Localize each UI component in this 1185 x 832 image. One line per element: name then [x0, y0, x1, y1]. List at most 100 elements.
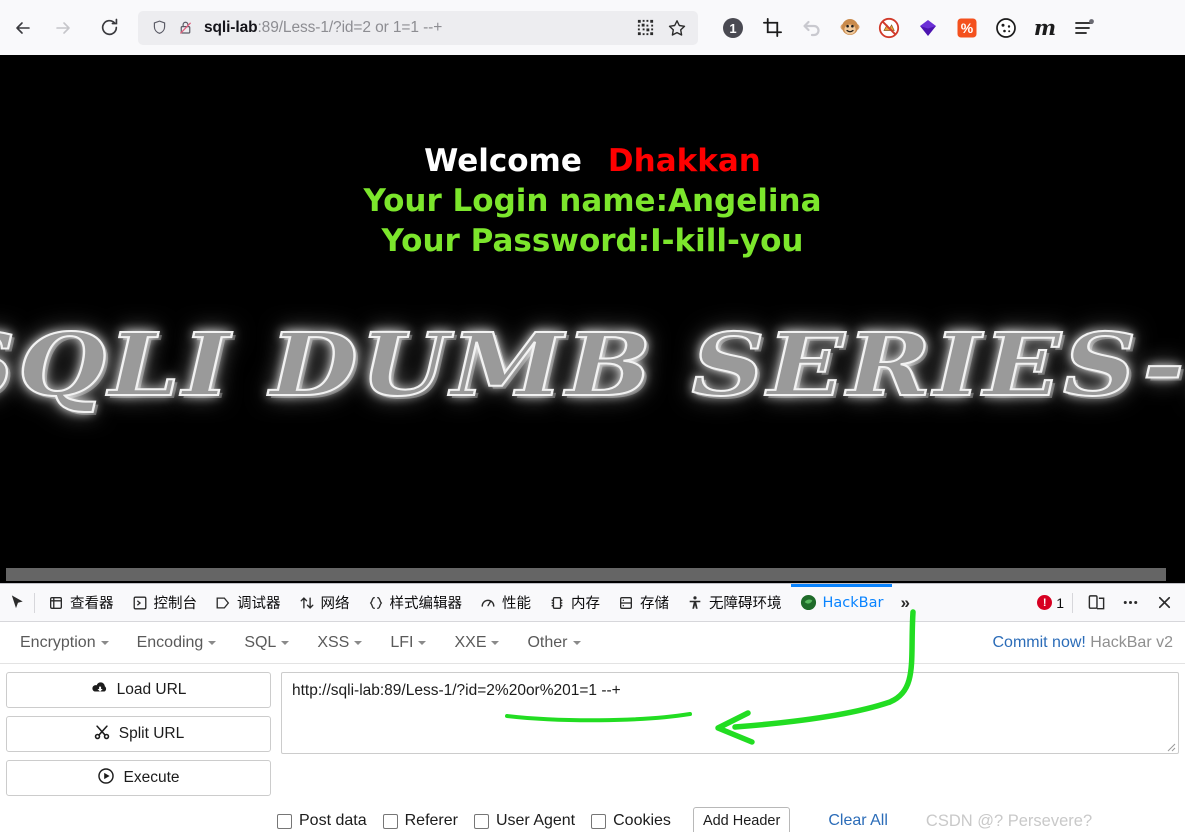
shield-icon[interactable]: [146, 15, 172, 41]
hackbar-action-buttons: Load URL Split URL Execute: [6, 672, 271, 796]
toolbar-divider: [1072, 592, 1073, 613]
menu-sql[interactable]: SQL: [230, 634, 303, 652]
forward-button[interactable]: [44, 9, 82, 47]
tab-storage[interactable]: 存储: [609, 584, 678, 622]
load-url-button[interactable]: Load URL: [6, 672, 271, 708]
maxthon-extension[interactable]: m: [1032, 15, 1058, 41]
devtools-toolbar-actions: ! 1: [1037, 588, 1185, 618]
tab-performance[interactable]: 性能: [471, 584, 540, 622]
tab-debugger[interactable]: 调试器: [206, 584, 290, 622]
execute-button[interactable]: Execute: [6, 760, 271, 796]
browser-toolbar: sqli-lab:89/Less-1/?id=2 or 1=1 --+ 1 % …: [0, 0, 1185, 55]
screenshot-crop-extension[interactable]: [759, 15, 785, 41]
lock-insecure-icon[interactable]: [172, 15, 198, 41]
clear-all-link[interactable]: Clear All: [828, 812, 888, 830]
commit-now-link[interactable]: Commit now!: [992, 634, 1085, 651]
checkbox-label: Post data: [299, 812, 367, 829]
menu-label: Encryption: [20, 633, 96, 651]
close-icon[interactable]: [1149, 588, 1179, 618]
split-url-button[interactable]: Split URL: [6, 716, 271, 752]
badge-one-extension[interactable]: 1: [720, 15, 746, 41]
menu-xxe[interactable]: XXE: [440, 634, 513, 652]
hackbar-version: HackBar v2: [1090, 633, 1173, 651]
reload-button[interactable]: [90, 9, 128, 47]
chevron-down-icon: [354, 640, 363, 649]
tab-label: 样式编辑器: [389, 596, 463, 612]
tab-label: 无障碍环境: [709, 596, 782, 612]
menu-encoding[interactable]: Encoding: [123, 634, 231, 652]
password-line: Your Password:I-kill-you: [381, 223, 804, 259]
inspector-icon: [48, 595, 64, 611]
monkey-extension[interactable]: [837, 15, 863, 41]
menu-label: XXE: [454, 633, 487, 651]
cookie-editor-extension[interactable]: [993, 15, 1019, 41]
chevron-down-icon: [572, 640, 581, 649]
scrollbar-thumb[interactable]: [6, 568, 1166, 581]
checkbox-box[interactable]: [473, 813, 489, 829]
back-button[interactable]: [4, 9, 42, 47]
tab-style-editor[interactable]: 样式编辑器: [359, 584, 472, 622]
tab-label: 存储: [640, 596, 669, 612]
element-picker-icon[interactable]: [0, 594, 30, 611]
tab-label: 调试器: [237, 596, 281, 612]
checkbox-user-agent[interactable]: User Agent: [473, 812, 575, 830]
checkbox-box[interactable]: [382, 813, 398, 829]
qr-code-icon[interactable]: [632, 15, 658, 41]
menu-label: SQL: [244, 633, 277, 651]
navigation-buttons: [0, 9, 128, 47]
hackbar-options-row: Post data Referer User Agent Cookies Add…: [0, 796, 1185, 832]
resize-handle[interactable]: [1164, 739, 1176, 752]
tab-network[interactable]: 网络: [290, 584, 359, 622]
button-label: Execute: [123, 769, 180, 786]
url-textarea[interactable]: http://sqli-lab:89/Less-1/?id=2%20or%201…: [281, 672, 1179, 754]
checkbox-referer[interactable]: Referer: [382, 812, 458, 830]
app-menu[interactable]: [1071, 15, 1097, 41]
chevron-down-icon: [100, 640, 109, 649]
more-options-icon[interactable]: [1115, 588, 1145, 618]
purple-diamond-extension[interactable]: [915, 15, 941, 41]
checkbox-box[interactable]: [591, 813, 607, 829]
scissors-icon: [93, 723, 111, 746]
address-bar[interactable]: sqli-lab:89/Less-1/?id=2 or 1=1 --+: [138, 10, 698, 45]
url-host: sqli-lab: [204, 18, 258, 36]
tab-inspector[interactable]: 查看器: [39, 584, 123, 622]
menu-xss[interactable]: XSS: [303, 634, 376, 652]
add-header-button[interactable]: Add Header: [692, 807, 791, 832]
svg-text:1: 1: [729, 21, 736, 36]
star-icon[interactable]: [664, 15, 690, 41]
checkbox-label: Referer: [404, 812, 458, 829]
address-bar-actions: [632, 15, 690, 41]
responsive-design-mode-icon[interactable]: [1081, 588, 1111, 618]
hackbar-body: Load URL Split URL Execute http://sqli-l…: [0, 664, 1185, 796]
proxy-switch-extension[interactable]: %: [954, 15, 980, 41]
menu-lfi[interactable]: LFI: [376, 634, 440, 652]
noscript-extension[interactable]: [876, 15, 902, 41]
tab-console[interactable]: 控制台: [123, 584, 207, 622]
checkbox-post-data[interactable]: Post data: [277, 812, 367, 830]
button-label: Split URL: [118, 725, 185, 742]
tab-memory[interactable]: 内存: [540, 584, 609, 622]
url-text[interactable]: sqli-lab:89/Less-1/?id=2 or 1=1 --+: [198, 19, 632, 37]
tab-accessibility[interactable]: 无障碍环境: [678, 584, 791, 622]
checkbox-box[interactable]: [277, 813, 292, 829]
hackbar-menubar: Encryption Encoding SQL XSS LFI XXE Othe…: [0, 622, 1185, 664]
memory-icon: [549, 595, 565, 611]
error-count-badge[interactable]: ! 1: [1037, 595, 1064, 611]
menu-label: XSS: [317, 633, 350, 651]
hackbar-url-area: http://sqli-lab:89/Less-1/?id=2%20or%201…: [281, 672, 1179, 796]
sqli-dumb-series-banner: SQLI DUMB SERIES-1: [0, 314, 1185, 417]
horizontal-scrollbar[interactable]: [0, 566, 1185, 583]
menu-encryption[interactable]: Encryption: [6, 634, 123, 652]
tabbar-divider: [34, 592, 35, 613]
cloud-download-icon: [91, 679, 109, 702]
checkbox-cookies[interactable]: Cookies: [591, 812, 671, 830]
debugger-icon: [215, 595, 231, 611]
tab-overflow-button[interactable]: »: [892, 593, 917, 613]
dhakkan-text: Dhakkan: [607, 143, 761, 179]
tab-hackbar[interactable]: HackBar: [791, 584, 893, 622]
menu-other[interactable]: Other: [513, 634, 594, 652]
chevron-down-icon: [418, 640, 427, 649]
chevron-down-icon: [491, 640, 500, 649]
accessibility-icon: [687, 595, 703, 611]
undo-extension[interactable]: [798, 15, 824, 41]
